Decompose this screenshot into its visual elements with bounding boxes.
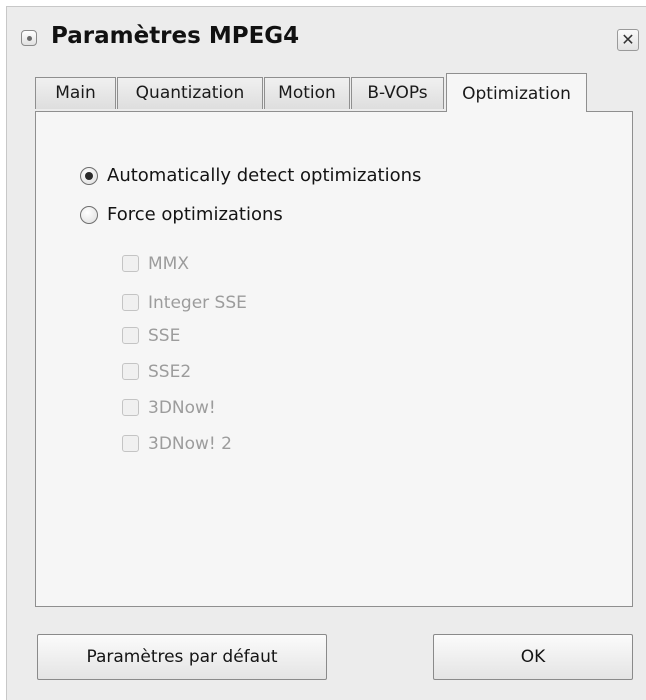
window-title: Paramètres MPEG4 [51,23,300,49]
tab-main[interactable]: Main [35,77,116,109]
integer-sse-checkbox [122,294,139,311]
integer-sse-label: Integer SSE [148,293,247,313]
sse2-label: SSE2 [148,362,192,382]
tab-quantization[interactable]: Quantization [117,77,263,109]
3dnow2-label: 3DNow! 2 [148,434,232,454]
title-bar: Paramètres MPEG4 ✕ [7,7,646,69]
mmx-checkbox [122,255,139,272]
ok-button[interactable]: OK [433,634,633,680]
tab-b-vops[interactable]: B-VOPs [351,77,444,109]
3dnow-checkbox [122,399,139,416]
force-optimizations-label: Force optimizations [107,204,283,225]
close-icon[interactable]: ✕ [617,29,639,51]
3dnow2-checkbox [122,435,139,452]
sse2-checkbox [122,363,139,380]
auto-detect-label: Automatically detect optimizations [107,165,422,186]
tab-optimization[interactable]: Optimization [446,73,587,112]
auto-detect-radio[interactable] [80,167,98,185]
3dnow-label: 3DNow! [148,398,216,418]
optimization-panel: Automatically detect optimizations Force… [35,111,633,607]
force-optimizations-radio[interactable] [80,206,98,224]
sse-label: SSE [148,326,181,346]
restore-defaults-button[interactable]: Paramètres par défaut [37,634,327,680]
tab-motion[interactable]: Motion [264,77,350,109]
mmx-label: MMX [148,254,189,274]
window-menu-icon[interactable] [21,30,37,46]
sse-checkbox [122,327,139,344]
mpeg4-settings-dialog: Paramètres MPEG4 ✕ Main Quantization Mot… [6,6,646,700]
